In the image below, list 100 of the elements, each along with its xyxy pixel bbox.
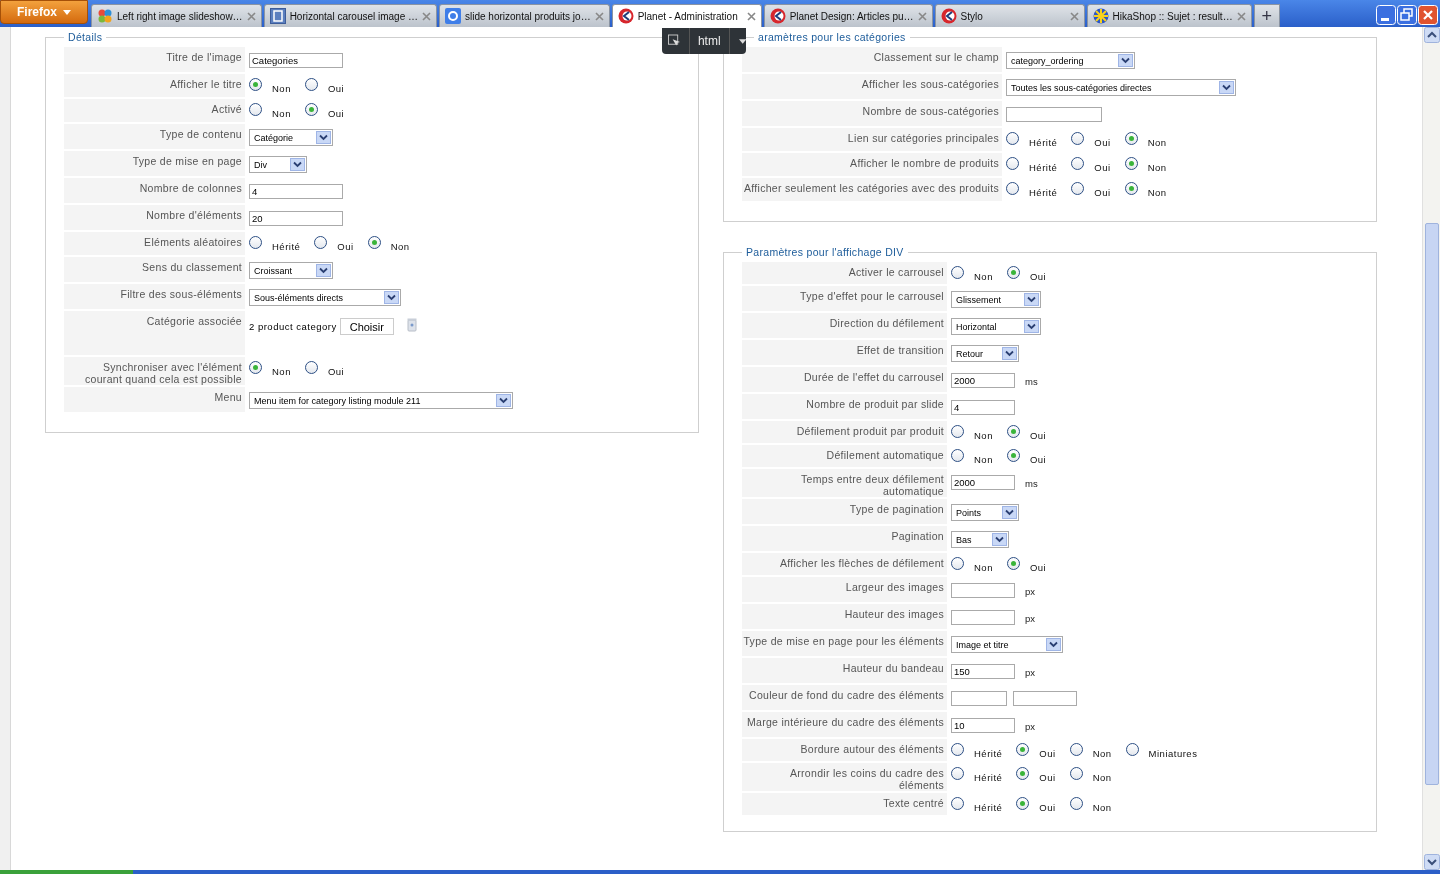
radio-button[interactable]	[249, 236, 262, 249]
dropdown[interactable]: Croissant	[249, 262, 334, 279]
dropdown[interactable]: Bas	[951, 531, 1009, 548]
field-label: Durée de l'effet du carrousel	[742, 367, 947, 394]
option-label: Oui	[1028, 270, 1047, 282]
dropdown[interactable]: Glissement	[951, 291, 1041, 308]
field-label: Défilement automatique	[742, 445, 947, 469]
field-label: Direction du défilement	[742, 313, 947, 340]
radio-button[interactable]	[304, 103, 318, 116]
input-field[interactable]	[1013, 691, 1077, 706]
radio-button[interactable]	[1006, 425, 1020, 438]
input-field[interactable]: 2000	[951, 475, 1015, 490]
scroll-thumb[interactable]	[1424, 223, 1439, 785]
browser-tab[interactable]: slide horizontal produits jo…	[439, 4, 610, 27]
radio-button[interactable]	[951, 767, 964, 780]
radio-button[interactable]	[1006, 157, 1019, 170]
option-label: Non	[389, 240, 410, 252]
dropdown[interactable]: Menu item for category listing module 211	[249, 392, 513, 409]
close-icon[interactable]	[1069, 11, 1079, 21]
browser-tab[interactable]: Horizontal carousel image …	[263, 4, 437, 27]
radio-button[interactable]	[1071, 157, 1085, 170]
dropdown[interactable]: Retour	[951, 345, 1019, 362]
dropdown[interactable]: Catégorie	[249, 129, 334, 146]
radio-button[interactable]	[1006, 132, 1019, 145]
radio-button[interactable]	[1124, 132, 1138, 145]
close-icon[interactable]	[746, 11, 756, 21]
radio-button[interactable]	[1071, 182, 1085, 195]
radio-button[interactable]	[1006, 557, 1020, 570]
radio-button[interactable]	[1071, 132, 1085, 145]
radio-button[interactable]	[951, 557, 964, 570]
radio-button[interactable]	[304, 78, 318, 91]
dropdown[interactable]: Sous-éléments directs	[249, 289, 401, 306]
input-field[interactable]	[951, 691, 1007, 706]
scroll-up-icon[interactable]	[1423, 27, 1440, 43]
close-icon[interactable]	[246, 11, 256, 21]
scroll-down-icon[interactable]	[1423, 854, 1440, 870]
input-field[interactable]: 10	[951, 718, 1015, 733]
close-icon[interactable]	[594, 11, 604, 21]
browser-tab[interactable]: Stylo	[934, 4, 1085, 27]
pointer-icon[interactable]	[668, 34, 681, 48]
radio-button[interactable]	[1006, 266, 1020, 279]
input-field[interactable]: 2000	[951, 373, 1015, 388]
radio-button[interactable]	[951, 449, 964, 462]
trash-icon[interactable]	[406, 318, 417, 332]
radio-button[interactable]	[1016, 767, 1030, 780]
option-label: Non	[271, 107, 291, 119]
field-label: Hauteur des images	[742, 604, 947, 631]
option-label: Oui	[326, 82, 345, 94]
radio-button[interactable]	[1006, 182, 1019, 195]
radio-button[interactable]	[1125, 743, 1139, 756]
radio-button[interactable]	[951, 797, 964, 810]
radio-button[interactable]	[1069, 767, 1083, 780]
input-field[interactable]: 4	[951, 400, 1015, 415]
field-label: Effet de transition	[742, 340, 947, 367]
scrollbar[interactable]	[1422, 27, 1440, 870]
browser-tab[interactable]: Left right image slideshow…	[91, 4, 262, 27]
browser-tab[interactable]: Planet Design: Articles pu…	[763, 4, 933, 27]
radio-button[interactable]	[367, 236, 381, 249]
dropdown[interactable]: Image et titre	[951, 636, 1064, 653]
input-field[interactable]: 4	[249, 184, 343, 199]
browser-tab[interactable]: Planet - Administration	[611, 4, 762, 27]
radio-button[interactable]	[1124, 182, 1138, 195]
radio-button[interactable]	[951, 743, 964, 756]
input-field[interactable]: 150	[951, 664, 1015, 679]
radio-button[interactable]	[1016, 743, 1030, 756]
radio-button[interactable]	[1006, 449, 1020, 462]
close-icon[interactable]	[917, 11, 927, 21]
dropdown[interactable]: category_ordering	[1006, 52, 1136, 69]
new-tab-button[interactable]: +	[1253, 4, 1280, 27]
radio-button[interactable]	[951, 266, 964, 279]
radio-button[interactable]	[314, 236, 328, 249]
close-icon[interactable]	[1236, 11, 1246, 21]
radio-button[interactable]	[249, 78, 262, 91]
restore-icon[interactable]	[1397, 4, 1417, 25]
dropdown[interactable]: Horizontal	[951, 318, 1041, 335]
choose-button[interactable]: Choisir	[339, 318, 394, 335]
radio-button[interactable]	[1016, 797, 1030, 810]
input-field[interactable]	[951, 610, 1015, 625]
caret-icon[interactable]	[738, 38, 746, 44]
radio-button[interactable]	[249, 361, 262, 374]
radio-button[interactable]	[1069, 797, 1083, 810]
radio-button[interactable]	[249, 103, 262, 116]
radio-button[interactable]	[1124, 157, 1138, 170]
browser-tab[interactable]: HikaShop :: Sujet : result…	[1086, 4, 1252, 27]
input-field[interactable]	[1006, 107, 1102, 122]
field-label: Type de pagination	[742, 499, 947, 526]
close-icon[interactable]	[422, 11, 431, 21]
input-field[interactable]	[951, 583, 1015, 598]
dropdown[interactable]: Div	[249, 156, 307, 173]
radio-button[interactable]	[1069, 743, 1083, 756]
html-label[interactable]: html	[688, 28, 730, 54]
dropdown[interactable]: Points	[951, 504, 1019, 521]
dropdown[interactable]: Toutes les sous-catégories directes	[1006, 79, 1236, 96]
input-field[interactable]: Categories	[249, 53, 343, 68]
input-field[interactable]: 20	[249, 211, 343, 226]
radio-button[interactable]	[304, 361, 318, 374]
field-label: Hauteur du bandeau	[742, 658, 947, 685]
minimize-icon[interactable]	[1376, 4, 1396, 25]
option-label: Oui	[336, 240, 354, 252]
radio-button[interactable]	[951, 425, 964, 438]
